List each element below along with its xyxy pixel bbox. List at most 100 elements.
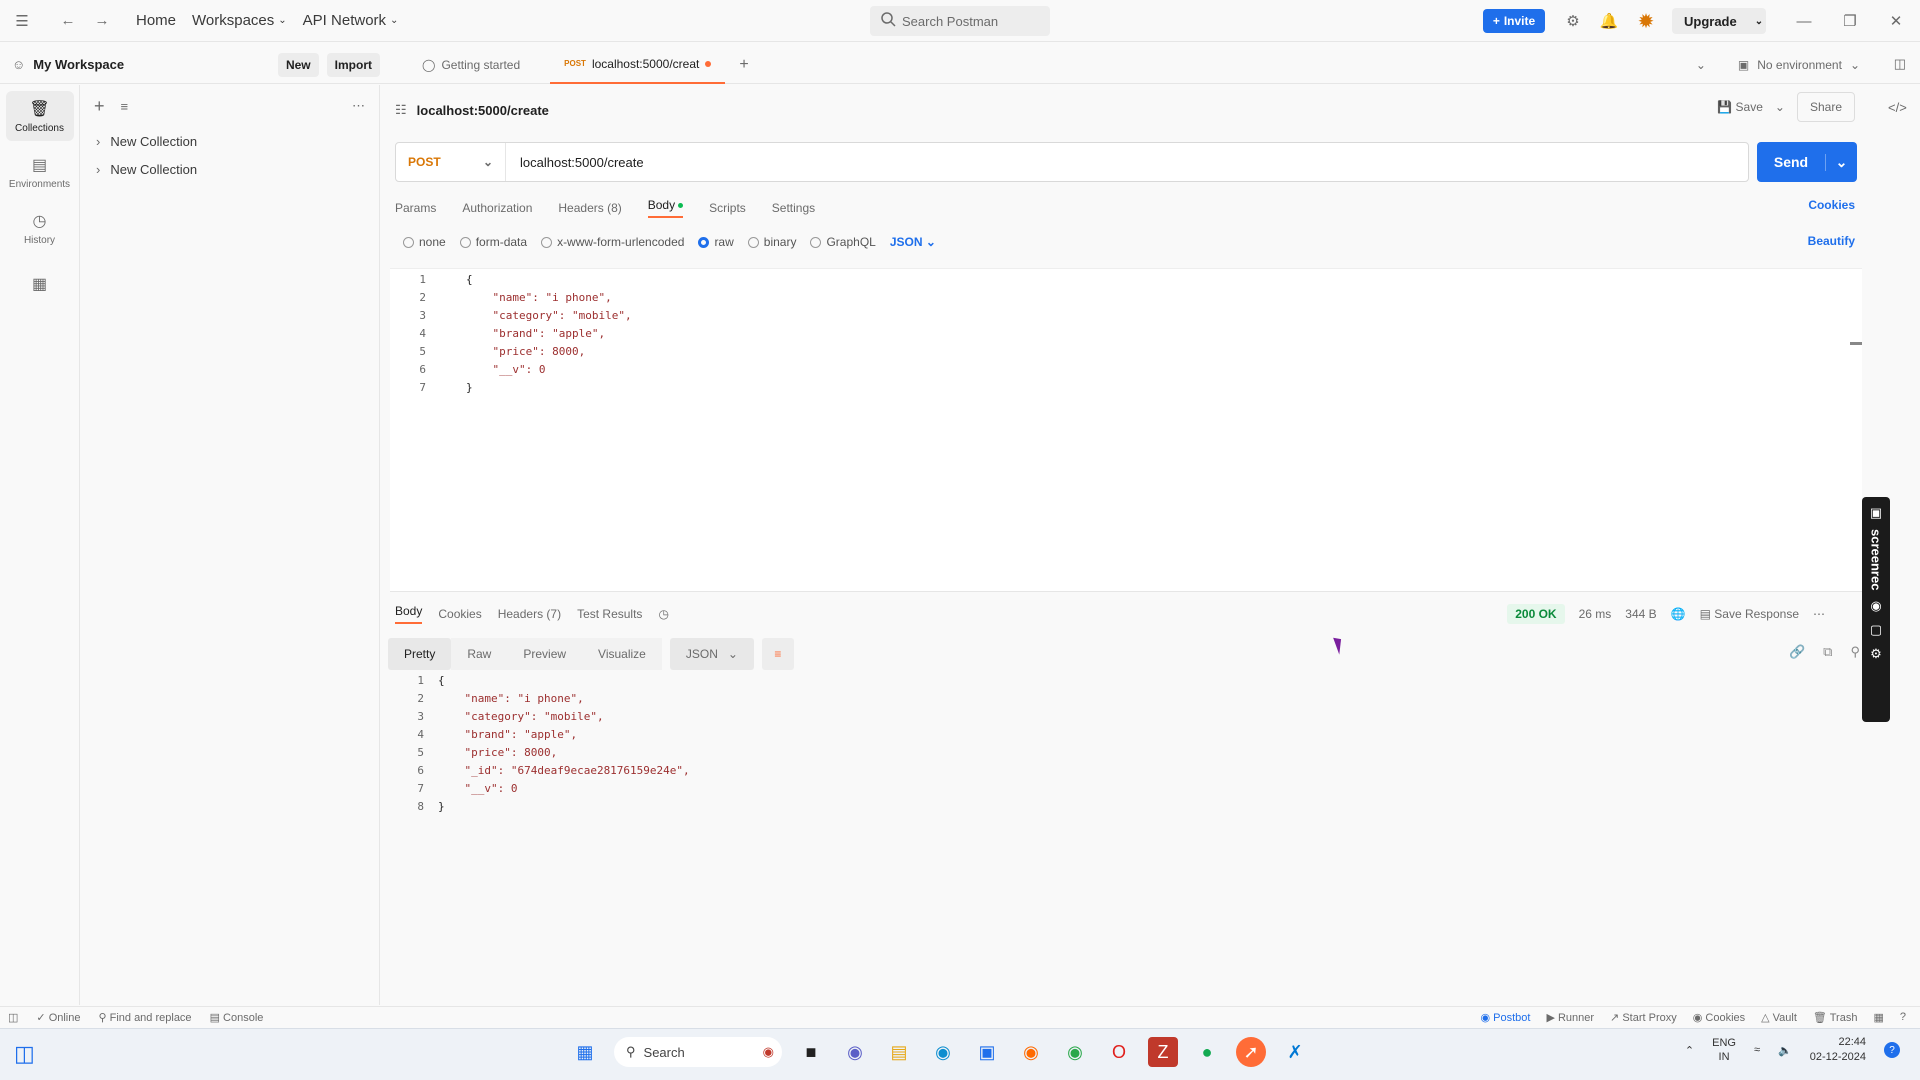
chat-icon[interactable]: ◉	[840, 1037, 870, 1067]
add-icon[interactable]: +	[94, 96, 105, 117]
chevron-up-icon[interactable]: ⌃	[1685, 1044, 1694, 1057]
radio-form-data[interactable]: form-data	[459, 235, 527, 249]
scrollbar-thumb[interactable]	[1850, 342, 1862, 345]
sidebar-item-environments[interactable]: ▤ Environments	[6, 147, 74, 197]
request-body-editor[interactable]: 1{ 2 "name": "i phone", 3 "category": "m…	[390, 268, 1862, 592]
method-select[interactable]: POST ⌄	[396, 143, 506, 181]
view-pretty[interactable]: Pretty	[388, 638, 452, 670]
notification-badge-icon[interactable]: ?	[1884, 1042, 1900, 1058]
firefox-icon[interactable]: ◉	[1016, 1037, 1046, 1067]
api-network-menu[interactable]: API Network ⌄	[295, 12, 407, 29]
gear-icon[interactable]: ⚙	[1870, 646, 1882, 662]
online-status[interactable]: ✓ Online	[36, 1011, 80, 1024]
file-explorer-icon[interactable]: ▤	[884, 1037, 914, 1067]
forward-arrow-icon[interactable]: →	[88, 7, 116, 35]
search-icon[interactable]: ⚲	[1850, 644, 1860, 660]
clock[interactable]: 22:44 02-12-2024	[1810, 1035, 1866, 1065]
tab-settings[interactable]: Settings	[772, 201, 815, 215]
tab-headers[interactable]: Headers (8)	[558, 201, 621, 215]
response-time[interactable]: 26 ms	[1579, 607, 1612, 621]
workspaces-menu[interactable]: Workspaces ⌄	[184, 12, 295, 29]
sidebar-toggle-icon[interactable]: ◫	[1894, 56, 1906, 72]
close-icon[interactable]: ✕	[1882, 7, 1910, 35]
volume-icon[interactable]: 🔈	[1778, 1044, 1792, 1057]
environment-selector[interactable]: ⌄ ▣ No environment ⌄	[1696, 46, 1860, 84]
find-replace-button[interactable]: ⚲ Find and replace	[98, 1011, 191, 1024]
vscode-icon[interactable]: ✗	[1280, 1037, 1310, 1067]
tab-response-cookies[interactable]: Cookies	[438, 607, 481, 621]
language-indicator[interactable]: ENG IN	[1712, 1036, 1736, 1064]
settings-gear-icon[interactable]: ⚙	[1559, 7, 1587, 35]
response-size[interactable]: 344 B	[1625, 607, 1656, 621]
filezilla-icon[interactable]: Z	[1148, 1037, 1178, 1067]
opera-icon[interactable]: O	[1104, 1037, 1134, 1067]
vault-button[interactable]: △ Vault	[1761, 1011, 1797, 1024]
record-icon[interactable]: ◉	[1870, 598, 1881, 614]
chevron-down-icon[interactable]: ⌄	[1825, 153, 1857, 171]
code-icon[interactable]: </>	[1888, 100, 1907, 115]
add-tab-button[interactable]: +	[725, 46, 762, 84]
radio-urlencoded[interactable]: x-www-form-urlencoded	[541, 235, 684, 249]
send-button[interactable]: Send ⌄	[1757, 142, 1857, 182]
copy-icon[interactable]: ⧉	[1823, 644, 1832, 660]
camera-icon[interactable]: ▣	[1870, 505, 1882, 521]
tab-post-create[interactable]: POST localhost:5000/creat	[550, 46, 726, 84]
minimize-icon[interactable]: —	[1790, 7, 1818, 35]
layout-icon[interactable]: ▦	[1873, 1011, 1883, 1024]
radio-binary[interactable]: binary	[747, 235, 796, 249]
invite-button[interactable]: + Invite	[1483, 9, 1545, 33]
view-raw[interactable]: Raw	[451, 638, 508, 670]
start-menu-icon[interactable]: ▦	[570, 1037, 600, 1067]
history-icon[interactable]: ◷	[658, 607, 668, 621]
tab-getting-started[interactable]: ◯ Getting started	[408, 46, 534, 84]
globe-icon[interactable]: 🌐	[1671, 607, 1686, 621]
save-button[interactable]: 💾 Save	[1717, 100, 1763, 114]
link-icon[interactable]: 🔗	[1789, 644, 1805, 660]
postbot-button[interactable]: ◉ Postbot	[1480, 1011, 1530, 1024]
tab-scripts[interactable]: Scripts	[709, 201, 746, 215]
notification-bell-icon[interactable]: 🔔	[1595, 7, 1623, 35]
avatar[interactable]: ✹	[1632, 7, 1660, 35]
sidebar-item-collections[interactable]: 🗑 Collections	[5, 91, 74, 141]
edge-browser-icon[interactable]: ◉	[928, 1037, 958, 1067]
view-preview[interactable]: Preview	[507, 638, 583, 670]
url-input[interactable]: localhost:5000/create	[506, 155, 644, 170]
chevron-down-icon[interactable]: ⌄	[1696, 58, 1706, 72]
tab-response-body[interactable]: Body	[395, 604, 423, 624]
postman-icon[interactable]: ➚	[1236, 1037, 1266, 1067]
help-icon[interactable]: ?	[1900, 1011, 1906, 1024]
cookies-button[interactable]: ◉ Cookies	[1693, 1011, 1745, 1024]
chrome-icon[interactable]: ◉	[1060, 1037, 1090, 1067]
language-select[interactable]: JSON ⌄	[890, 235, 936, 249]
widgets-icon[interactable]: ◫	[14, 1041, 35, 1067]
runner-button[interactable]: ▶ Runner	[1546, 1011, 1594, 1024]
chevron-down-icon[interactable]: ⌄	[1775, 100, 1785, 114]
tab-params[interactable]: Params	[395, 201, 436, 215]
sidebar-toggle-icon[interactable]: ◫	[8, 1011, 18, 1024]
filter-icon[interactable]: ≡	[121, 99, 129, 114]
response-format-select[interactable]: JSON ⌄	[669, 638, 754, 670]
new-button[interactable]: New	[277, 52, 319, 77]
restore-window-icon[interactable]: ❐	[1836, 7, 1864, 35]
share-button[interactable]: Share	[1796, 92, 1855, 122]
beautify-button[interactable]: Beautify	[1808, 234, 1855, 248]
tab-authorization[interactable]: Authorization	[462, 201, 532, 215]
more-options-icon[interactable]: ⋯	[352, 98, 365, 114]
response-body-viewer[interactable]: 1{ 2 "name": "i phone", 3 "category": "m…	[390, 674, 1850, 814]
start-proxy-button[interactable]: ↗ Start Proxy	[1610, 1011, 1677, 1024]
radio-raw[interactable]: raw	[698, 235, 734, 249]
hamburger-menu-icon[interactable]: ☰	[8, 7, 36, 35]
taskbar-search[interactable]: ⚲ Search ◉	[614, 1037, 782, 1067]
wrap-lines-icon[interactable]: ≡	[761, 638, 794, 670]
mongodb-icon[interactable]: ●	[1192, 1037, 1222, 1067]
view-visualize[interactable]: Visualize	[582, 638, 662, 670]
cookies-link[interactable]: Cookies	[1808, 198, 1855, 212]
more-options-icon[interactable]: ⋯	[1813, 607, 1825, 621]
home-link[interactable]: Home	[128, 12, 184, 29]
trash-button[interactable]: 🗑 Trash	[1813, 1011, 1858, 1024]
tab-response-headers[interactable]: Headers (7)	[498, 607, 561, 621]
tab-body[interactable]: Body	[647, 198, 684, 218]
task-view-icon[interactable]: ■	[796, 1037, 826, 1067]
radio-graphql[interactable]: GraphQL	[810, 235, 876, 249]
tab-test-results[interactable]: Test Results	[577, 607, 642, 621]
